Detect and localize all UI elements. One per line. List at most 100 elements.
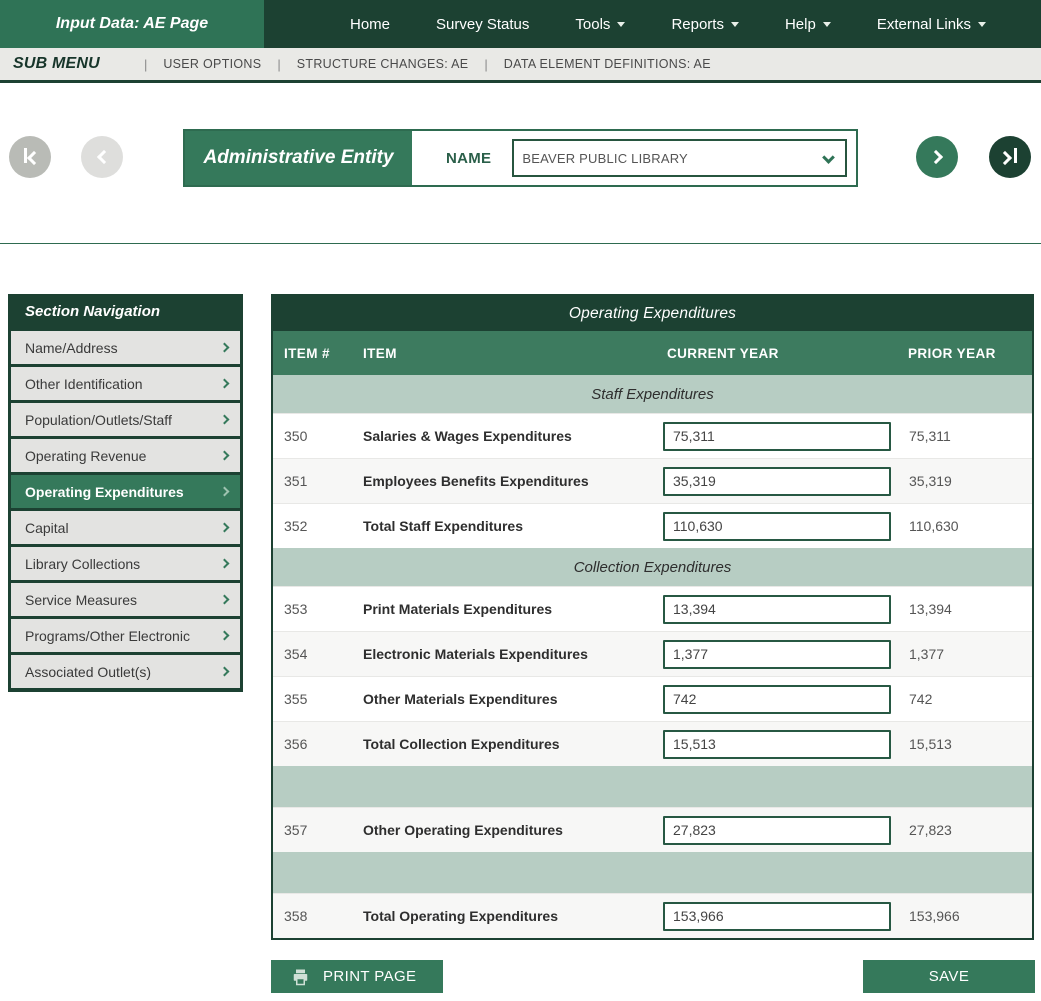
first-record-button[interactable] — [9, 136, 51, 178]
current-year-input-357[interactable] — [663, 816, 891, 845]
sidebar-item-library-collections[interactable]: Library Collections — [11, 547, 240, 580]
submenu-item-user-options[interactable]: USER OPTIONS — [163, 57, 261, 71]
current-year-input-358[interactable] — [663, 902, 891, 931]
item-number: 354 — [273, 646, 363, 662]
sidebar-item-associated-outlet-s[interactable]: Associated Outlet(s) — [11, 655, 240, 688]
nav-item-external-links[interactable]: External Links — [877, 16, 986, 33]
sidebar-item-operating-expenditures[interactable]: Operating Expenditures — [11, 475, 240, 508]
submenu-separator: | — [484, 57, 487, 72]
chevron-down-icon — [823, 151, 836, 164]
print-page-button[interactable]: PRINT PAGE — [271, 960, 443, 993]
entity-name-selected: BEAVER PUBLIC LIBRARY — [514, 151, 688, 166]
item-number: 357 — [273, 822, 363, 838]
section-divider — [0, 243, 1041, 244]
item-label: Total Collection Expenditures — [363, 736, 663, 752]
nav-item-help[interactable]: Help — [785, 16, 831, 33]
prior-year-value: 742 — [900, 691, 1032, 707]
submenu-item-structure-changes-ae[interactable]: STRUCTURE CHANGES: AE — [297, 57, 469, 71]
prior-year-value: 153,966 — [900, 908, 1032, 924]
sidebar-item-label: Operating Revenue — [25, 448, 221, 464]
current-year-input-351[interactable] — [663, 467, 891, 496]
current-year-input-350[interactable] — [663, 422, 891, 451]
sidebar-item-name-address[interactable]: Name/Address — [11, 331, 240, 364]
column-header-item-number: ITEM # — [273, 346, 363, 361]
nav-item-home[interactable]: Home — [350, 16, 390, 33]
sidebar-item-other-identification[interactable]: Other Identification — [11, 367, 240, 400]
last-record-button[interactable] — [989, 136, 1031, 178]
item-number: 350 — [273, 428, 363, 444]
chevron-right-icon — [220, 559, 230, 569]
chevron-right-icon — [220, 379, 230, 389]
entity-name-select[interactable]: BEAVER PUBLIC LIBRARY — [512, 139, 847, 177]
table-row: 355Other Materials Expenditures742 — [273, 676, 1032, 721]
current-year-input-353[interactable] — [663, 595, 891, 624]
sidebar-item-programs-other-electronic[interactable]: Programs/Other Electronic — [11, 619, 240, 652]
sub-menu-bar: SUB MENU |USER OPTIONS|STRUCTURE CHANGES… — [0, 48, 1041, 83]
table-row: 350Salaries & Wages Expenditures75,311 — [273, 413, 1032, 458]
submenu-separator: | — [144, 57, 147, 72]
table-row: 352Total Staff Expenditures110,630 — [273, 503, 1032, 548]
chevron-right-icon — [220, 667, 230, 677]
item-number: 351 — [273, 473, 363, 489]
print-page-label: PRINT PAGE — [323, 968, 416, 985]
section-spacer-row — [273, 766, 1032, 807]
prior-year-value: 27,823 — [900, 822, 1032, 838]
caret-down-icon — [731, 22, 739, 27]
table-row: 356Total Collection Expenditures15,513 — [273, 721, 1032, 766]
table-header-row: ITEM # ITEM CURRENT YEAR PRIOR YEAR — [273, 331, 1032, 375]
nav-item-label: Reports — [671, 16, 724, 33]
name-label: NAME — [446, 150, 491, 167]
nav-item-label: External Links — [877, 16, 971, 33]
table-row: 357Other Operating Expenditures 27,823 — [273, 807, 1032, 852]
sidebar-item-capital[interactable]: Capital — [11, 511, 240, 544]
nav-item-label: Tools — [575, 16, 610, 33]
sidebar-item-population-outlets-staff[interactable]: Population/Outlets/Staff — [11, 403, 240, 436]
entity-selector: Administrative Entity NAME BEAVER PUBLIC… — [183, 129, 858, 187]
current-year-input-354[interactable] — [663, 640, 891, 669]
column-header-current-year: CURRENT YEAR — [663, 346, 900, 361]
section-navigation-title: Section Navigation — [11, 294, 240, 328]
sidebar-item-label: Programs/Other Electronic — [25, 628, 221, 644]
sidebar-item-operating-revenue[interactable]: Operating Revenue — [11, 439, 240, 472]
current-year-input-352[interactable] — [663, 512, 891, 541]
operating-expenditures-table: Operating Expenditures ITEM # ITEM CURRE… — [271, 294, 1034, 940]
caret-down-icon — [823, 22, 831, 27]
page-title: Input Data: AE Page — [0, 0, 264, 48]
previous-record-button[interactable] — [81, 136, 123, 178]
first-page-icon — [24, 148, 36, 166]
column-header-prior-year: PRIOR YEAR — [900, 346, 1032, 361]
item-number: 358 — [273, 908, 363, 924]
sidebar-item-label: Operating Expenditures — [25, 484, 221, 500]
section-header-collection-expenditures: Collection Expenditures — [273, 548, 1032, 586]
current-year-input-355[interactable] — [663, 685, 891, 714]
top-bar: Input Data: AE Page Home Survey Status Too… — [0, 0, 1041, 48]
section-header-staff-expenditures: Staff Expenditures — [273, 375, 1032, 413]
entity-type-label: Administrative Entity — [185, 131, 412, 185]
chevron-right-icon — [220, 487, 230, 497]
save-label: SAVE — [929, 968, 970, 985]
chevron-right-icon — [220, 523, 230, 533]
last-page-icon — [1003, 148, 1017, 166]
item-label: Salaries & Wages Expenditures — [363, 428, 663, 444]
sidebar-item-label: Other Identification — [25, 376, 221, 392]
next-record-button[interactable] — [916, 136, 958, 178]
current-year-input-356[interactable] — [663, 730, 891, 759]
sidebar-item-service-measures[interactable]: Service Measures — [11, 583, 240, 616]
table-body: Staff Expenditures350Salaries & Wages Ex… — [273, 375, 1032, 938]
item-label: Employees Benefits Expenditures — [363, 473, 663, 489]
nav-item-survey-status[interactable]: Survey Status — [436, 16, 529, 33]
table-row: 351Employees Benefits Expenditures 35,319 — [273, 458, 1032, 503]
sidebar-item-label: Library Collections — [25, 556, 221, 572]
chevron-right-icon — [220, 451, 230, 461]
item-label: Print Materials Expenditures — [363, 601, 663, 617]
sidebar-item-label: Name/Address — [25, 340, 221, 356]
save-button[interactable]: SAVE — [863, 960, 1035, 993]
submenu-item-data-element-definitions-ae[interactable]: DATA ELEMENT DEFINITIONS: AE — [504, 57, 711, 71]
prior-year-value: 35,319 — [900, 473, 1032, 489]
nav-item-reports[interactable]: Reports — [671, 16, 739, 33]
chevron-right-icon — [220, 631, 230, 641]
item-label: Other Operating Expenditures — [363, 822, 663, 838]
nav-item-tools[interactable]: Tools — [575, 16, 625, 33]
prior-year-value: 1,377 — [900, 646, 1032, 662]
table-title: Operating Expenditures — [272, 295, 1033, 332]
